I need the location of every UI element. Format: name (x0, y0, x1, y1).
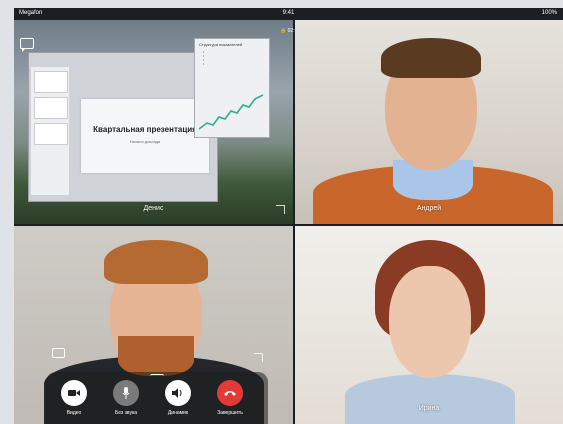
participant-name: Денис (143, 205, 164, 212)
participant-name: Ирина (418, 405, 440, 412)
carrier-label: Megafon (19, 10, 43, 16)
camera-switch-icon[interactable] (52, 348, 65, 358)
video-label: Видео (66, 410, 82, 416)
end-call-label: Завершить (217, 410, 243, 416)
speaker-toggle[interactable]: Динамик (156, 380, 200, 416)
line-chart (198, 94, 264, 130)
participant-name: Андрей (416, 205, 442, 212)
video-camera-icon[interactable] (61, 380, 87, 406)
panel-grabber[interactable] (150, 374, 164, 378)
call-controls-panel: Видео Без звука Динамик Завершить (46, 372, 268, 424)
slide-thumbnails (31, 67, 69, 195)
video-toggle[interactable]: Видео (52, 380, 96, 416)
chart-legend: • • • • (203, 50, 205, 66)
status-bar: Megafon 9:41 100% (14, 8, 563, 20)
slide-subtitle: Начало доклада (129, 139, 161, 144)
end-call-button[interactable]: Завершить (208, 380, 252, 416)
video-call-screen: Megafon 9:41 100% Квартальная презентаци… (14, 8, 563, 424)
mute-toggle[interactable]: Без звука (104, 380, 148, 416)
speaker-label: Динамик (167, 410, 189, 416)
battery-label: 100% (541, 10, 557, 16)
slide-thumbnail (34, 97, 68, 119)
current-slide: Квартальная презентация Начало доклада (81, 99, 209, 173)
slide-thumbnail (34, 123, 68, 145)
participant-tile-andrey[interactable]: Андрей (295, 20, 563, 224)
expand-icon[interactable] (254, 353, 263, 362)
chat-icon[interactable] (20, 38, 34, 52)
participant-tile-irina[interactable]: Ирина (295, 226, 563, 424)
slide-title: Квартальная презентация (93, 125, 197, 134)
speaker-icon[interactable] (165, 380, 191, 406)
clock-label: 9:41 (282, 10, 295, 16)
microphone-icon[interactable] (113, 380, 139, 406)
mute-label: Без звука (114, 410, 138, 416)
participant-tile-denis[interactable]: Квартальная презентация Начало доклада С… (14, 20, 293, 224)
hang-up-icon[interactable] (217, 380, 243, 406)
shared-chart-window: Структура показателей • • • • (194, 38, 270, 138)
chart-title: Структура показателей (199, 42, 243, 47)
expand-icon[interactable] (276, 205, 285, 214)
shared-slides-window: Квартальная презентация Начало доклада (28, 52, 218, 202)
slide-thumbnail (34, 71, 68, 93)
